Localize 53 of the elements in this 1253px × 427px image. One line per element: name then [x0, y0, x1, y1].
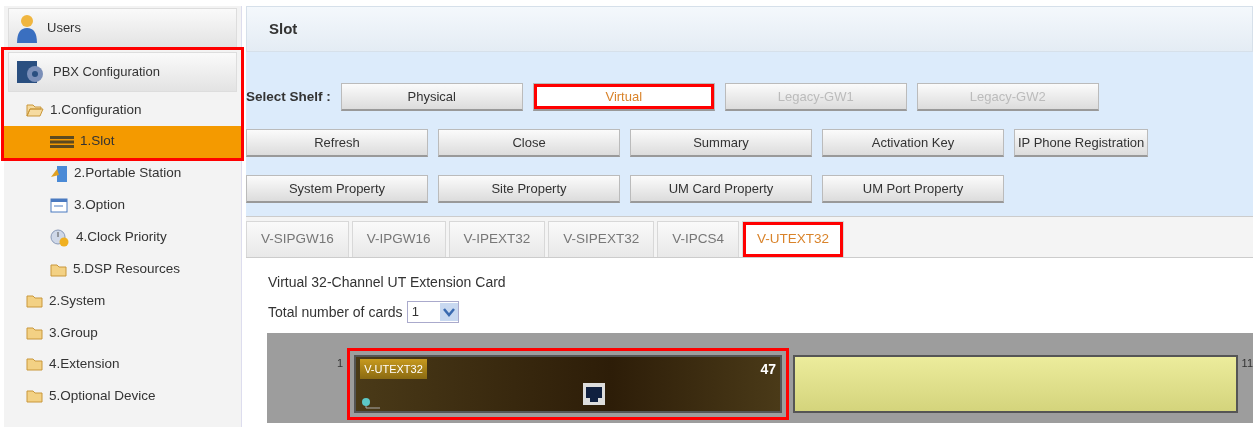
port-count: 47 — [760, 360, 777, 379]
status-lamp-icon — [360, 397, 383, 409]
card-tab[interactable]: V-IPCS4 — [657, 221, 739, 257]
tree-item[interactable]: 1.Slot — [4, 125, 241, 158]
action-button[interactable]: IP Phone Registration — [1014, 129, 1149, 157]
count-label: Total number of cards — [268, 302, 403, 322]
card-tab[interactable]: V-IPGW16 — [351, 221, 446, 257]
page-title: Slot — [246, 6, 1253, 52]
folder-icon — [50, 262, 67, 277]
slot-icon — [50, 135, 74, 148]
tree-item[interactable]: 5.Optional Device — [4, 380, 241, 412]
window-icon — [50, 198, 68, 213]
action-button[interactable]: UM Port Property — [822, 175, 1004, 203]
folder-icon — [26, 388, 43, 403]
slot-number: 11 — [1241, 356, 1253, 371]
folder-icon — [26, 102, 44, 117]
tree-item[interactable]: 5.DSP Resources — [4, 253, 241, 286]
card-tab[interactable]: V-SIPGW16 — [246, 221, 349, 257]
tree-item[interactable]: 1.Configuration — [4, 94, 241, 126]
tree-item[interactable]: 2.Portable Station — [4, 157, 241, 190]
user-icon — [15, 13, 39, 43]
action-button[interactable]: Summary — [630, 129, 812, 157]
card-title: Virtual 32-Channel UT Extension Card — [268, 273, 507, 292]
tree-item[interactable]: 2.System — [4, 285, 241, 317]
action-button[interactable]: Refresh — [246, 129, 428, 157]
card-tab[interactable]: V-IPEXT32 — [448, 221, 546, 257]
card-name: V-UTEXT32 — [360, 359, 427, 379]
shelf-button[interactable]: Physical — [340, 83, 523, 111]
tree-item[interactable]: 4.Extension — [4, 348, 241, 380]
card-tab[interactable]: V-SIPEXT32 — [548, 221, 655, 257]
card-count-dropdown[interactable]: 1 — [406, 301, 459, 323]
port-icon — [582, 383, 605, 405]
tree-item[interactable]: 3.Group — [4, 317, 241, 349]
action-button[interactable]: Close — [438, 129, 620, 157]
folder-icon — [26, 357, 43, 372]
action-button[interactable]: Site Property — [438, 175, 620, 203]
folder-icon — [26, 294, 43, 309]
slot-number: 1 — [337, 356, 344, 371]
phone-icon — [50, 164, 68, 183]
folder-icon — [26, 325, 43, 340]
clock-icon — [50, 228, 70, 247]
action-button[interactable]: System Property — [246, 175, 428, 203]
action-button[interactable]: Activation Key — [822, 129, 1004, 157]
action-button[interactable]: UM Card Property — [630, 175, 812, 203]
sidebar-section[interactable]: PBX Configuration — [8, 52, 237, 92]
empty-slot[interactable] — [793, 355, 1238, 413]
tree-item[interactable]: 3.Option — [4, 189, 241, 222]
section-label: PBX Configuration — [53, 63, 160, 82]
card-module[interactable]: V-UTEXT32 47 — [354, 355, 783, 413]
sidebar-section[interactable]: Users — [8, 8, 237, 48]
section-label: Users — [47, 19, 81, 38]
tree-item[interactable]: 4.Clock Priority — [4, 221, 241, 254]
shelf-label: Select Shelf : — [246, 87, 331, 106]
